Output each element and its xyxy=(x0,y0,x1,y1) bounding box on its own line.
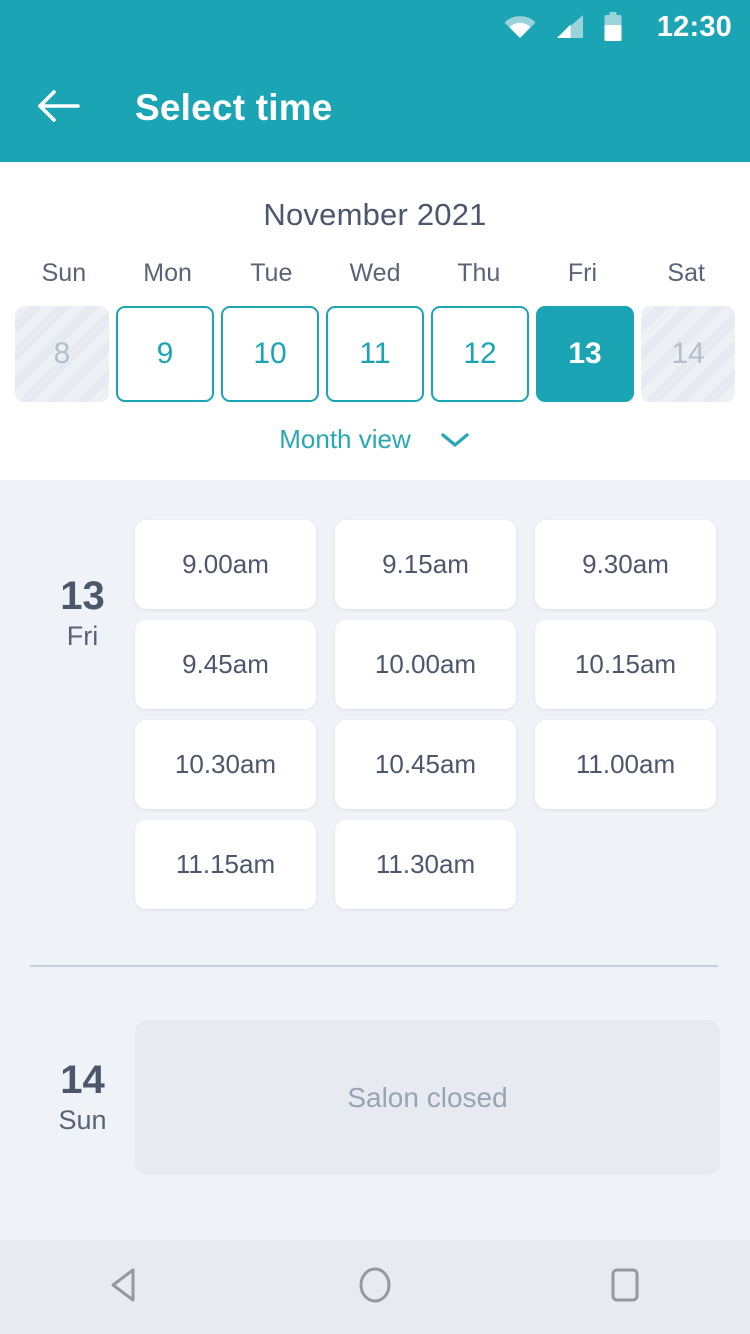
salon-closed-card: Salon closed xyxy=(135,1020,720,1175)
app-bar: Select time xyxy=(0,54,750,162)
schedule-date-dow: Fri xyxy=(66,621,99,651)
signal-icon xyxy=(555,14,585,40)
weekday-header-row: Sun Mon Tue Wed Thu Fri Sat xyxy=(0,259,750,288)
circle-home-icon xyxy=(355,1265,395,1310)
status-time: 12:30 xyxy=(656,10,732,43)
schedule-date-number: 13 xyxy=(60,574,105,618)
schedule-date-number: 14 xyxy=(60,1058,105,1102)
day-cell-8: 8 xyxy=(15,306,109,402)
month-view-toggle[interactable]: Month view xyxy=(0,424,750,455)
battery-icon xyxy=(603,12,623,42)
weekday-label-thu: Thu xyxy=(457,259,501,287)
weekday-label-mon: Mon xyxy=(143,259,192,287)
time-slot[interactable]: 9.30am xyxy=(535,520,716,609)
status-icons: 12:30 xyxy=(503,11,732,44)
schedule-date-14: 14 Sun xyxy=(30,1020,135,1175)
schedule-date-dow: Sun xyxy=(58,1105,107,1135)
day-cell-9[interactable]: 9 xyxy=(116,306,214,402)
arrow-left-icon xyxy=(37,89,81,128)
time-slot[interactable]: 10.15am xyxy=(535,620,716,709)
calendar-days-row: 8 9 10 11 12 13 14 xyxy=(0,306,750,402)
time-slot[interactable]: 10.45am xyxy=(335,720,516,809)
time-slot[interactable]: 9.45am xyxy=(135,620,316,709)
day-cell-12[interactable]: 12 xyxy=(431,306,529,402)
status-bar: 12:30 xyxy=(0,0,750,54)
time-slot[interactable]: 9.15am xyxy=(335,520,516,609)
android-nav-bar xyxy=(0,1240,750,1334)
calendar-panel: November 2021 Sun Mon Tue Wed Thu Fri Sa… xyxy=(0,162,750,480)
weekday-label-tue: Tue xyxy=(250,259,293,287)
time-slot-grid: 9.00am 9.15am 9.30am 9.45am 10.00am 10.1… xyxy=(135,520,720,909)
nav-home-button[interactable] xyxy=(330,1242,420,1332)
schedule-day-group-13: 13 Fri 9.00am 9.15am 9.30am 9.45am 10.00… xyxy=(0,480,750,909)
day-cell-11[interactable]: 11 xyxy=(326,306,424,402)
day-cell-10[interactable]: 10 xyxy=(221,306,319,402)
square-recents-icon xyxy=(608,1266,642,1309)
weekday-label-fri: Fri xyxy=(567,259,598,287)
time-slot[interactable]: 9.00am xyxy=(135,520,316,609)
schedule-day-group-14: 14 Sun Salon closed xyxy=(0,1020,750,1175)
weekday-label-sun: Sun xyxy=(41,259,87,287)
month-label: November 2021 xyxy=(263,197,487,232)
day-cell-13[interactable]: 13 xyxy=(536,306,634,402)
wifi-icon xyxy=(503,14,537,40)
weekday-label-sat: Sat xyxy=(667,259,705,287)
phone-screen: 12:30 Select time November 2021 Sun Mon … xyxy=(0,0,750,1334)
time-slot[interactable]: 11.00am xyxy=(535,720,716,809)
time-slot[interactable]: 11.30am xyxy=(335,820,516,909)
nav-back-button[interactable] xyxy=(80,1242,170,1332)
day-cell-14: 14 xyxy=(641,306,735,402)
nav-recents-button[interactable] xyxy=(580,1242,670,1332)
page-title: Select time xyxy=(135,87,333,128)
time-slot[interactable]: 11.15am xyxy=(135,820,316,909)
triangle-back-icon xyxy=(107,1266,143,1309)
back-button[interactable] xyxy=(28,77,90,139)
schedule-date-13: 13 Fri xyxy=(30,520,135,909)
chevron-down-icon xyxy=(439,430,471,450)
schedule-list: 13 Fri 9.00am 9.15am 9.30am 9.45am 10.00… xyxy=(0,480,750,1240)
section-divider xyxy=(30,965,718,967)
month-view-label: Month view xyxy=(279,424,411,454)
time-slot[interactable]: 10.30am xyxy=(135,720,316,809)
weekday-label-wed: Wed xyxy=(349,259,401,287)
time-slot[interactable]: 10.00am xyxy=(335,620,516,709)
